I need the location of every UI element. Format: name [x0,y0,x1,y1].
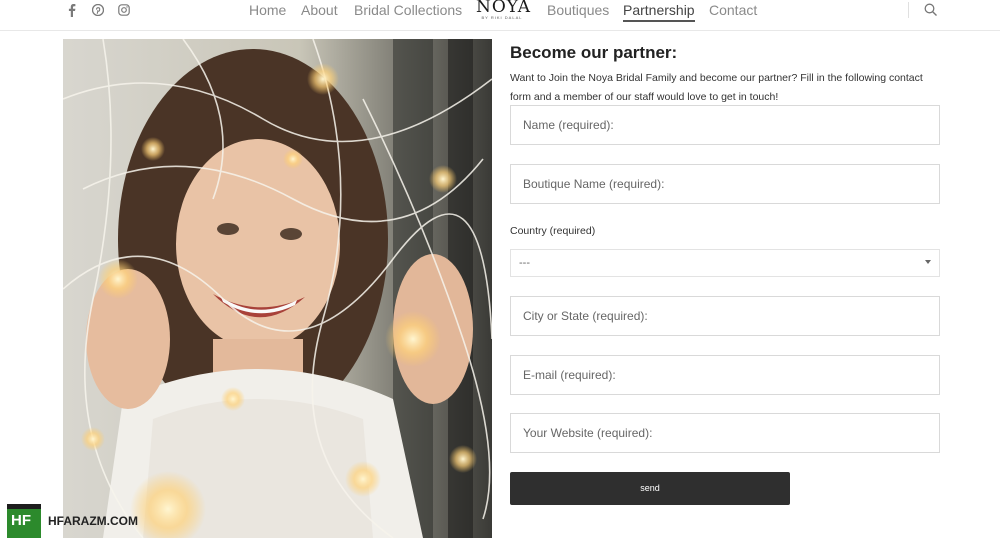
watermark-text: HFARAZM.COM [48,513,138,528]
nav-about[interactable]: About [301,2,338,18]
country-label: Country (required) [510,225,596,237]
nav-contact[interactable]: Contact [709,2,757,18]
logo-mark: NOYA [476,0,531,17]
watermark-badge-text: HF [11,511,31,529]
search-icon[interactable] [924,3,938,17]
nav-home[interactable]: Home [249,2,286,18]
facebook-icon[interactable] [66,3,78,17]
boutique-name-input[interactable] [511,165,939,203]
site-header: Home About Bridal Collections NOYA BY RI… [0,0,1000,31]
website-field[interactable] [510,413,940,453]
email-input[interactable] [511,356,939,394]
logo-subtitle: BY RIKI DALAL [481,15,523,20]
form-intro: Want to Join the Noya Bridal Family and … [510,72,923,103]
nav-bridal-collections[interactable]: Bridal Collections [354,2,462,18]
header-divider [908,2,909,18]
city-state-field[interactable] [510,296,940,336]
country-select[interactable]: --- [510,249,940,277]
nav-partnership[interactable]: Partnership [623,2,695,22]
watermark-badge: HF [7,503,41,538]
social-links [66,3,130,17]
website-input[interactable] [511,414,939,452]
name-input[interactable] [511,106,939,144]
pinterest-icon[interactable] [92,3,104,17]
site-logo[interactable]: NOYA BY RIKI DALAL [476,0,531,20]
nav-boutiques[interactable]: Boutiques [547,2,609,18]
form-title: Become our partner: [510,43,678,62]
instagram-icon[interactable] [118,3,130,17]
country-select-value: --- [519,257,530,269]
send-button[interactable]: send [510,472,790,505]
bride-photo [63,39,492,538]
city-state-input[interactable] [511,297,939,335]
boutique-name-field[interactable] [510,164,940,204]
watermark: HF HFARAZM.COM [7,503,138,538]
email-field[interactable] [510,355,940,395]
chevron-down-icon [925,260,931,264]
name-field[interactable] [510,105,940,145]
